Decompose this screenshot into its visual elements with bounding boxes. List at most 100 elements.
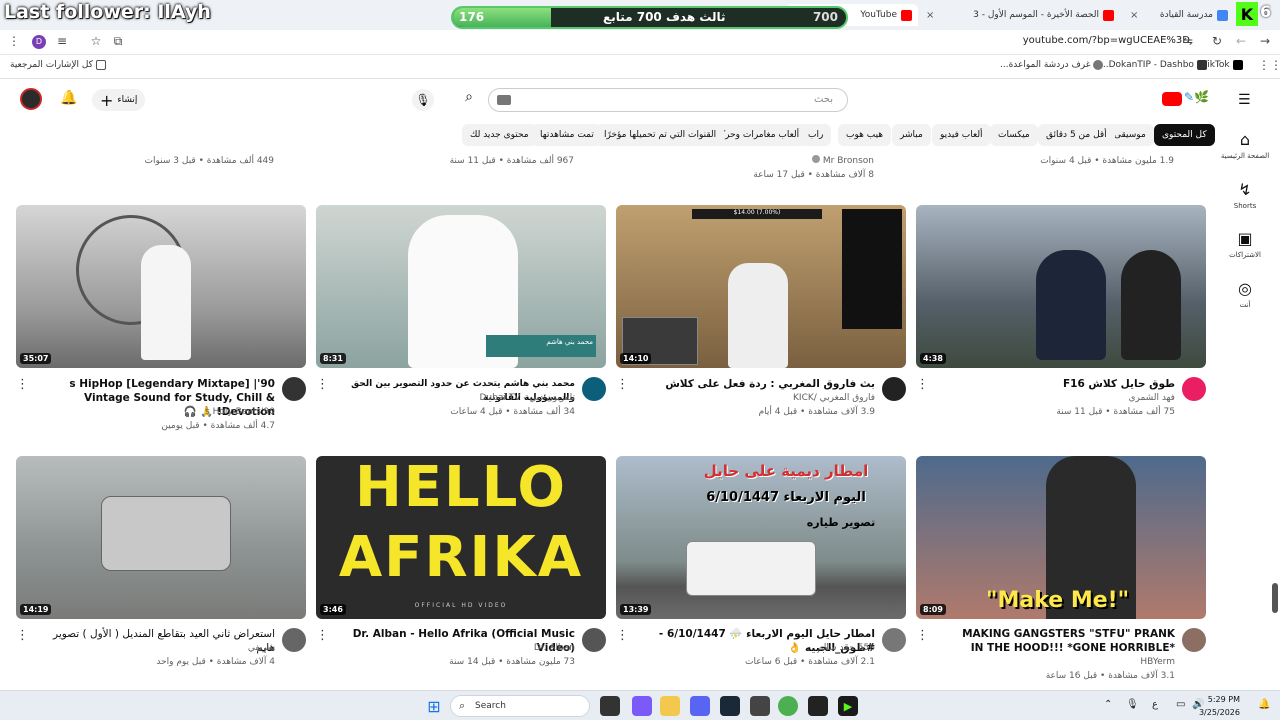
install-app-icon[interactable]: ⧉: [110, 34, 126, 49]
chip-new-for-you[interactable]: محتوى جديد لك: [462, 124, 537, 146]
tab-title: YouTube: [860, 10, 897, 20]
network-icon[interactable]: ▭: [1176, 699, 1185, 710]
close-icon[interactable]: ×: [926, 10, 934, 21]
back-icon[interactable]: →: [1257, 34, 1273, 48]
channel-name[interactable]: تلفزيون دبي - Dubai TV: [350, 391, 575, 405]
more-actions-icon[interactable]: ⋮: [916, 628, 929, 643]
steam-icon[interactable]: [720, 696, 740, 716]
youtube-logo-icon[interactable]: [1162, 92, 1182, 106]
video-thumbnail[interactable]: 4:38: [916, 205, 1206, 368]
channel-name[interactable]: Dr. Alban: [350, 641, 575, 655]
duration-badge: 14:10: [620, 353, 652, 364]
nav-subscriptions[interactable]: ▣ الاشتراكات: [1216, 229, 1274, 259]
menu-kebab-icon[interactable]: ⋮: [6, 34, 22, 48]
more-actions-icon[interactable]: ⋮: [316, 628, 329, 643]
all-bookmarks[interactable]: كل الإشارات المرجعية: [10, 60, 106, 70]
video-thumbnail[interactable]: امطار ديمية على حايل اليوم الاربعاء 6/10…: [616, 456, 906, 619]
chip-mixes[interactable]: ميكسات: [990, 124, 1038, 146]
channel-avatar[interactable]: [882, 628, 906, 652]
chip-watched[interactable]: تمت مشاهدتها: [532, 124, 602, 146]
channel-avatar[interactable]: [582, 628, 606, 652]
channel-name[interactable]: فاروق المغربي /KICK: [650, 391, 875, 405]
channel-name[interactable]: 556 حمد سالم: [650, 641, 875, 655]
video-thumbnail[interactable]: "Make Me!" 8:09: [916, 456, 1206, 619]
reload-icon[interactable]: ↻: [1209, 34, 1225, 48]
video-thumbnail[interactable]: $14.00 (7.00%) 14:10: [616, 205, 906, 368]
globe-icon: [1093, 60, 1104, 70]
create-button[interactable]: إنشاء +: [92, 89, 146, 111]
bookmarks-bar: ⋮⋮ TikTok DokanTIP - Dashbo... غرف دردشة…: [0, 55, 1280, 79]
forward-icon[interactable]: ←: [1233, 34, 1249, 48]
address-bar[interactable]: youtube.com/?bp=wgUCEAE%3D: [1023, 35, 1190, 46]
app-icon[interactable]: [808, 696, 828, 716]
channel-name[interactable]: HBYerm: [950, 655, 1175, 669]
more-actions-icon[interactable]: ⋮: [916, 377, 929, 392]
tray-chevron-icon[interactable]: ⌃: [1104, 699, 1112, 710]
microphone-tray-icon[interactable]: 🎙: [1126, 699, 1139, 710]
channel-avatar[interactable]: [882, 377, 906, 401]
taskbar-clock[interactable]: 5:29 PM 3/25/2026: [1199, 693, 1240, 719]
chip-hip-hop[interactable]: هيب هوب: [838, 124, 892, 146]
task-view-icon[interactable]: [600, 696, 620, 716]
nav-you[interactable]: ◎ أنت: [1216, 279, 1274, 309]
language-indicator[interactable]: ع: [1152, 699, 1158, 710]
profile-avatar[interactable]: D: [32, 35, 46, 49]
chrome-icon[interactable]: [778, 696, 798, 716]
search-icon[interactable]: ⌕: [458, 89, 480, 111]
chip-all[interactable]: كل المحتوى: [1154, 124, 1215, 146]
apps-grid-icon[interactable]: ⋮⋮: [1258, 58, 1280, 72]
search-box[interactable]: بحث: [488, 88, 848, 112]
notification-bell-icon[interactable]: 🔔: [1258, 699, 1270, 710]
user-avatar[interactable]: [20, 88, 42, 110]
video-thumbnail[interactable]: 35:07: [16, 205, 306, 368]
more-actions-icon[interactable]: ⋮: [616, 377, 629, 392]
channel-name[interactable]: شريفي: [50, 641, 275, 655]
bookmark-star-icon[interactable]: ☆: [88, 34, 104, 48]
more-actions-icon[interactable]: ⋮: [16, 377, 29, 392]
tab-driving-school[interactable]: مدرسة القيادة ×: [1124, 4, 1234, 26]
file-explorer-icon[interactable]: [660, 696, 680, 716]
more-actions-icon[interactable]: ⋮: [16, 628, 29, 643]
shorts-icon: ↯: [1238, 180, 1252, 199]
channel-name[interactable]: 90's Holy Beats: [50, 405, 275, 419]
more-actions-icon[interactable]: ⋮: [616, 628, 629, 643]
tab-last-episode[interactable]: الحصة الأخيرة - الموسم الأول - 3 ×: [920, 4, 1120, 26]
chip-video-games[interactable]: ألعاب فيديو: [932, 124, 991, 146]
site-settings-icon[interactable]: ⇋: [1180, 34, 1196, 48]
video-thumbnail[interactable]: 14:19: [16, 456, 306, 619]
bookmark-tiktok[interactable]: TikTok: [1202, 60, 1243, 70]
taskbar-search[interactable]: ⌕ Search: [450, 695, 590, 717]
more-actions-icon[interactable]: ⋮: [316, 377, 329, 392]
reading-list-icon[interactable]: ≡: [54, 34, 70, 48]
hamburger-menu-icon[interactable]: ☰: [1238, 92, 1251, 108]
windows-start-icon[interactable]: ⊞: [424, 696, 444, 716]
microphone-icon[interactable]: 🎙: [412, 89, 434, 111]
widgets-icon[interactable]: [632, 696, 652, 716]
bookmark-dating-rooms[interactable]: غرف دردشة المواعدة...: [1000, 60, 1104, 70]
video-title[interactable]: MAKING GANGSTERS "STFU" PRANK IN THE HOO…: [950, 627, 1175, 655]
chip-recently-uploaded[interactable]: القنوات التي تم تحميلها مؤخرًا: [596, 124, 725, 146]
channel-avatar[interactable]: [1182, 377, 1206, 401]
channel-avatar[interactable]: [282, 628, 306, 652]
kick-app-icon[interactable]: ▶: [838, 696, 858, 716]
chip-under-5-min[interactable]: أقل من 5 دقائق: [1038, 124, 1115, 146]
obs-icon[interactable]: [750, 696, 770, 716]
video-title[interactable]: بث فاروق المغربي : ردة فعل على كلاش: [650, 377, 875, 391]
nav-home[interactable]: ⌂ الصفحة الرئيسية: [1216, 130, 1274, 160]
follower-goal-bar: 176 ثالث هدف 700 متابع 700: [451, 6, 848, 29]
channel-avatar[interactable]: [582, 377, 606, 401]
top-row-meta-4: 449 ألف مشاهدة • قبل 3 سنوات: [144, 156, 274, 166]
video-title[interactable]: طوق حايل كلاش F16: [950, 377, 1175, 391]
channel-avatar[interactable]: [282, 377, 306, 401]
channel-avatar[interactable]: [1182, 628, 1206, 652]
notifications-bell-icon[interactable]: 🔔: [60, 90, 77, 106]
video-thumbnail[interactable]: محمد بني هاشم 8:31: [316, 205, 606, 368]
keyboard-icon[interactable]: [497, 95, 511, 105]
bookmark-dokantip[interactable]: DokanTIP - Dashbo...: [1100, 60, 1207, 70]
channel-name[interactable]: فهد الشمري: [950, 391, 1175, 405]
discord-icon[interactable]: [690, 696, 710, 716]
video-thumbnail[interactable]: HELLO AFRIKA OFFICIAL HD VIDEO 3:46: [316, 456, 606, 619]
page-scrollbar-thumb[interactable]: [1272, 583, 1278, 613]
nav-shorts[interactable]: ↯ Shorts: [1216, 180, 1274, 210]
chip-live[interactable]: مباشر: [892, 124, 931, 146]
